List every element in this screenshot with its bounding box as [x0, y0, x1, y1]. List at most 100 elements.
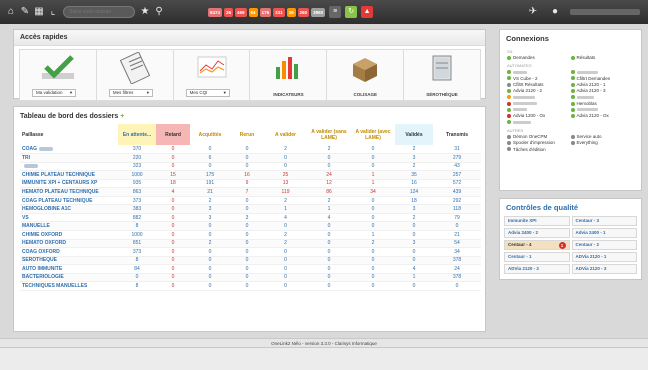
count-cell[interactable]: 220: [118, 153, 156, 163]
count-cell[interactable]: 0: [395, 221, 433, 231]
quality-control-item[interactable]: ADVia 2120 - 3: [571, 264, 637, 274]
count-cell[interactable]: 118: [433, 204, 481, 214]
quality-control-item[interactable]: Immunite XPI: [504, 216, 570, 226]
count-cell[interactable]: 0: [230, 273, 264, 283]
bench-name-link[interactable]: CHIMIE PLATEAU TECHNIQUE: [20, 170, 118, 180]
tile-validation[interactable]: Ma validation ▼: [19, 49, 97, 101]
count-cell[interactable]: 0: [351, 221, 395, 231]
count-cell[interactable]: 0: [351, 204, 395, 214]
count-cell[interactable]: 0: [433, 281, 481, 291]
count-cell[interactable]: 0: [156, 153, 190, 163]
count-cell[interactable]: 35: [395, 170, 433, 180]
count-cell[interactable]: 2: [395, 162, 433, 172]
count-cell[interactable]: 24: [433, 264, 481, 274]
quality-control-item[interactable]: Centaur - 1: [504, 252, 570, 262]
column-header[interactable]: Acquittés: [190, 124, 230, 145]
bench-name-link[interactable]: TECHNIQUES MANUELLES: [20, 281, 118, 291]
count-cell[interactable]: 0: [307, 162, 351, 172]
tile-packaging[interactable]: COLISAGE: [326, 49, 405, 101]
count-cell[interactable]: 0: [156, 213, 190, 223]
tile-cqi[interactable]: Mes CQI ▼: [172, 49, 251, 101]
bench-name-link[interactable]: BACTERIOLOGIE: [20, 273, 118, 283]
tools-icon[interactable]: ✈: [526, 0, 540, 24]
count-cell[interactable]: 0: [264, 221, 307, 231]
count-cell[interactable]: 0: [351, 264, 395, 274]
count-cell[interactable]: 2: [264, 145, 307, 155]
count-cell[interactable]: 0: [156, 221, 190, 231]
user-name-redacted[interactable]: [570, 9, 640, 15]
count-cell[interactable]: 43: [433, 162, 481, 172]
count-cell[interactable]: 0: [351, 213, 395, 223]
count-cell[interactable]: 25: [264, 170, 307, 180]
count-cell[interactable]: 0: [395, 247, 433, 257]
connection-item[interactable]: Tâches d'édition: [507, 147, 571, 153]
count-cell[interactable]: 0: [156, 273, 190, 283]
add-filter-button[interactable]: +: [120, 113, 124, 120]
count-cell[interactable]: 1: [307, 204, 351, 214]
cqi-select[interactable]: Mes CQI ▼: [185, 89, 230, 97]
count-cell[interactable]: 15: [156, 170, 190, 180]
column-header[interactable]: A valider: [264, 124, 307, 145]
tile-filters[interactable]: Mes filtres ▼: [95, 49, 174, 101]
connection-item[interactable]: Résultats: [570, 55, 635, 61]
quality-control-item[interactable]: ADVia 2120 - 2: [504, 264, 570, 274]
count-cell[interactable]: 2: [190, 239, 230, 249]
count-cell[interactable]: 0: [264, 281, 307, 291]
connection-item[interactable]: Demandes: [507, 55, 571, 61]
count-cell[interactable]: 0: [307, 256, 351, 266]
count-cell[interactable]: 0: [351, 247, 395, 257]
count-cell[interactable]: 882: [118, 213, 156, 223]
count-cell[interactable]: 18: [156, 179, 190, 189]
count-cell[interactable]: 0: [264, 256, 307, 266]
search-icon[interactable]: ⚲: [152, 0, 166, 24]
bench-name-link[interactable]: HEMOGLOBINE A1C: [20, 204, 118, 214]
count-cell[interactable]: 4: [307, 213, 351, 223]
column-header[interactable]: Transmis: [433, 124, 481, 145]
count-cell[interactable]: 0: [351, 273, 395, 283]
count-cell[interactable]: 0: [264, 153, 307, 163]
count-cell[interactable]: 0: [230, 153, 264, 163]
count-cell[interactable]: 0: [264, 264, 307, 274]
home-icon[interactable]: ⌂: [4, 0, 18, 24]
validation-select[interactable]: Ma validation ▼: [32, 89, 76, 97]
count-cell[interactable]: 0: [230, 256, 264, 266]
count-cell[interactable]: 0: [351, 145, 395, 155]
status-counter[interactable]: 260: [297, 7, 310, 17]
count-cell[interactable]: 0: [190, 256, 230, 266]
tile-serotheque[interactable]: SÉROTHÈQUE: [403, 49, 481, 101]
status-counter[interactable]: 176: [259, 7, 272, 17]
count-cell[interactable]: 0: [307, 230, 351, 240]
alert-icon[interactable]: ▲: [361, 6, 374, 18]
count-cell[interactable]: 191: [190, 179, 230, 189]
refresh-icon[interactable]: ↻: [345, 6, 358, 18]
count-cell[interactable]: 935: [118, 179, 156, 189]
column-header[interactable]: A valider (sans LAME): [307, 124, 351, 145]
count-cell[interactable]: 12: [307, 179, 351, 189]
count-cell[interactable]: 54: [433, 239, 481, 249]
count-cell[interactable]: 124: [395, 187, 433, 197]
count-cell[interactable]: 292: [433, 196, 481, 206]
connection-item[interactable]: Everything: [570, 140, 635, 146]
count-cell[interactable]: 0: [307, 247, 351, 257]
count-cell[interactable]: 2: [264, 239, 307, 249]
count-cell[interactable]: 572: [433, 179, 481, 189]
count-cell[interactable]: 8: [118, 256, 156, 266]
quality-control-item[interactable]: Centaur - 2: [571, 240, 637, 250]
status-counter[interactable]: 36: [286, 7, 296, 17]
bench-name-link[interactable]: VS: [20, 213, 118, 223]
column-header[interactable]: Paillasse: [20, 124, 118, 145]
count-cell[interactable]: 21: [433, 230, 481, 240]
count-cell[interactable]: 0: [230, 247, 264, 257]
count-cell[interactable]: 0: [351, 281, 395, 291]
count-cell[interactable]: 0: [230, 196, 264, 206]
quality-control-item[interactable]: ADVia 2120 - 1: [571, 252, 637, 262]
count-cell[interactable]: 0: [156, 196, 190, 206]
count-cell[interactable]: 9: [230, 179, 264, 189]
count-cell[interactable]: 175: [190, 170, 230, 180]
count-cell[interactable]: 0: [156, 162, 190, 172]
count-cell[interactable]: 1000: [118, 230, 156, 240]
wrench-icon[interactable]: ✎: [18, 0, 32, 24]
count-cell[interactable]: 378: [433, 256, 481, 266]
count-cell[interactable]: 24: [307, 170, 351, 180]
count-cell[interactable]: 257: [433, 170, 481, 180]
